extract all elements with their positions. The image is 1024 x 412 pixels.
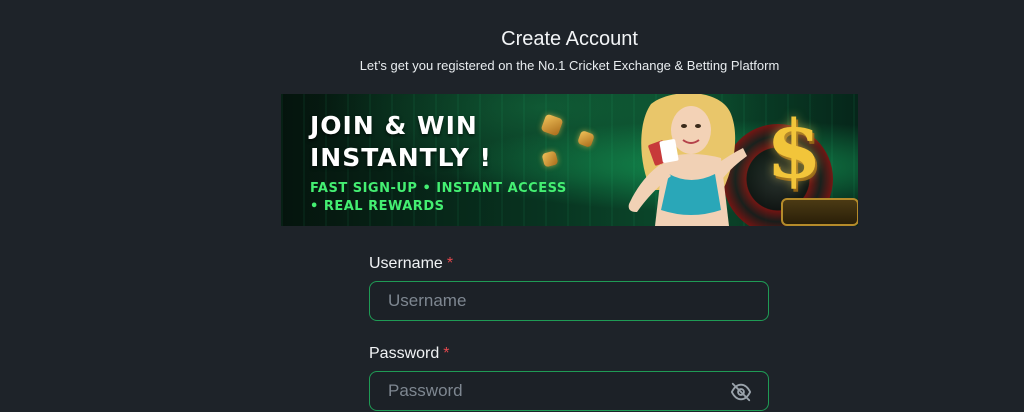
banner-headline: JOIN & WIN INSTANTLY !	[310, 110, 492, 174]
banner-tagline: FAST SIGN-UP • INSTANT ACCESS • REAL REW…	[310, 180, 610, 216]
password-label-text: Password	[369, 345, 440, 362]
username-label: Username *	[369, 255, 453, 273]
banner-headline-line: INSTANTLY !	[310, 143, 492, 172]
create-account-page: Create Account Let’s get you registered …	[0, 0, 1024, 412]
username-label-text: Username	[369, 255, 443, 272]
banner-tagline-line: FAST SIGN-UP • INSTANT ACCESS	[310, 181, 567, 196]
banner-tagline-line: • REAL REWARDS	[310, 199, 445, 214]
password-input[interactable]	[370, 372, 768, 410]
eye-off-icon[interactable]	[730, 381, 752, 403]
username-field-wrapper	[369, 281, 769, 321]
promo-banner[interactable]: $ JOIN & WIN INSTANTLY ! FAST SIGN-UP • …	[281, 94, 858, 226]
banner-headline-line: JOIN & WIN	[310, 111, 478, 140]
required-asterisk: *	[446, 255, 454, 272]
username-input[interactable]	[370, 282, 768, 320]
page-title: Create Account	[501, 28, 638, 50]
required-asterisk: *	[443, 345, 450, 362]
hostess-illustration	[628, 94, 747, 226]
dollar-sign-icon: $	[766, 102, 822, 196]
password-label: Password *	[369, 345, 449, 363]
password-field-wrapper	[369, 371, 769, 411]
page-subtitle: Let’s get you registered on the No.1 Cri…	[359, 58, 780, 73]
slot-machine-icon	[781, 198, 858, 226]
